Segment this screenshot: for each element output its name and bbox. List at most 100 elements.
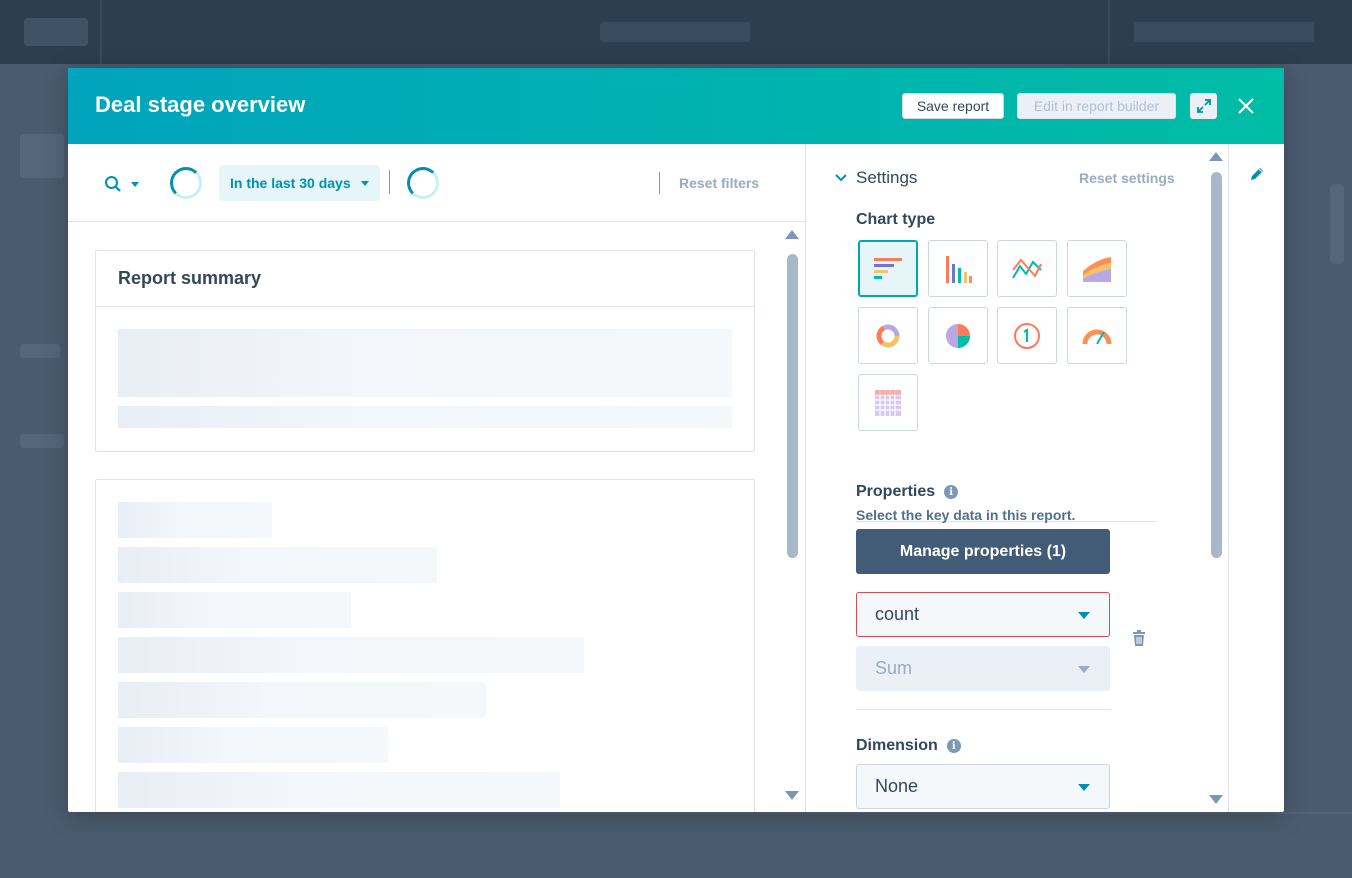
properties-label: Properties	[856, 483, 936, 500]
dimension-select-value: None	[875, 776, 919, 796]
background-block	[320, 812, 1352, 814]
settings-label: Settings	[856, 168, 918, 187]
background-topbar	[0, 0, 1352, 64]
chart-type-horizontal-bar[interactable]	[858, 240, 918, 297]
loading-placeholder	[118, 592, 351, 628]
chart-type-pie[interactable]	[928, 307, 988, 364]
pie-chart-icon	[946, 323, 970, 348]
background-back-button	[24, 18, 88, 46]
info-icon[interactable]: i	[944, 485, 959, 499]
scroll-thumb[interactable]	[1211, 172, 1222, 558]
gauge-chart-icon	[1082, 329, 1112, 345]
date-range-label: In the last 30 days	[230, 175, 351, 191]
background-block	[1330, 184, 1344, 264]
line-chart-icon	[1012, 257, 1042, 279]
date-range-filter[interactable]: In the last 30 days	[219, 165, 380, 201]
scroll-up-arrow[interactable]	[785, 230, 799, 239]
chart-type-donut[interactable]	[858, 307, 918, 364]
background-block	[20, 344, 60, 358]
dimension-label: Dimension	[856, 737, 938, 754]
loading-placeholder	[118, 637, 584, 673]
loading-spinner	[170, 167, 202, 199]
caret-down-icon	[1078, 612, 1090, 619]
scroll-down-arrow[interactable]	[785, 791, 799, 800]
loading-placeholder	[118, 772, 560, 808]
chart-type-summary[interactable]	[997, 307, 1057, 364]
close-icon	[1238, 98, 1254, 114]
property-select[interactable]: count	[856, 592, 1110, 637]
scroll-down-arrow[interactable]	[1209, 795, 1223, 804]
chart-type-line[interactable]	[997, 240, 1057, 297]
property-select-value: count	[875, 604, 920, 624]
loading-placeholder	[118, 406, 732, 428]
manage-properties-button[interactable]: Manage properties (1)	[856, 529, 1110, 574]
dimension-select[interactable]: None	[856, 764, 1110, 809]
settings-panel: Settings Reset settings Chart type Prope…	[806, 144, 1228, 812]
filter-divider	[659, 172, 660, 194]
loading-placeholder	[118, 329, 732, 397]
card-divider	[96, 306, 754, 307]
reset-settings-link[interactable]: Reset settings	[1079, 170, 1175, 186]
report-modal: Deal stage overview Save report Edit in …	[68, 68, 1284, 812]
loading-placeholder	[118, 547, 437, 583]
modal-header: Deal stage overview Save report Edit in …	[68, 68, 1284, 144]
chart-type-label: Chart type	[856, 211, 936, 228]
filter-bar: In the last 30 days Reset filters	[68, 144, 805, 222]
chevron-down-icon	[835, 174, 847, 182]
content-scrollbar[interactable]	[785, 227, 799, 812]
loading-placeholder	[118, 502, 272, 538]
report-summary-title: Report summary	[118, 268, 262, 288]
scroll-up-arrow[interactable]	[1209, 152, 1223, 161]
expand-icon	[1196, 99, 1211, 113]
trash-icon	[1133, 630, 1145, 646]
chart-type-table[interactable]	[858, 374, 918, 431]
loading-placeholder	[118, 682, 486, 718]
caret-down-icon	[1078, 784, 1090, 791]
background-divider	[100, 0, 102, 64]
report-summary-card: Report summary	[95, 250, 755, 452]
background-title	[600, 22, 750, 42]
chevron-down-icon	[131, 181, 139, 187]
reset-filters-link[interactable]: Reset filters	[679, 175, 759, 191]
properties-heading: Properties i	[856, 483, 959, 501]
table-chart-icon	[875, 389, 901, 416]
delete-property-button[interactable]	[1132, 630, 1146, 651]
properties-subtext: Select the key data in this report.	[856, 507, 1076, 523]
aggregation-select[interactable]: Sum	[856, 646, 1110, 691]
pencil-icon	[1251, 168, 1263, 180]
settings-scrollbar[interactable]	[1209, 148, 1223, 812]
donut-chart-icon	[876, 324, 900, 347]
settings-toggle[interactable]: Settings	[834, 168, 917, 188]
caret-down-icon	[1078, 666, 1090, 673]
close-button[interactable]	[1234, 94, 1258, 118]
chevron-down-icon	[360, 180, 369, 186]
dimension-heading: Dimension i	[856, 737, 961, 755]
search-icon	[105, 176, 121, 192]
search-filter-button[interactable]	[104, 172, 146, 196]
chart-type-vertical-bar[interactable]	[928, 240, 988, 297]
summary-number-icon	[1014, 322, 1040, 349]
scroll-thumb[interactable]	[787, 254, 798, 558]
edit-in-report-builder-button[interactable]: Edit in report builder	[1017, 93, 1176, 119]
expand-button[interactable]	[1190, 93, 1217, 119]
vertical-bar-chart-icon	[946, 255, 972, 283]
horizontal-bar-chart-icon	[874, 257, 902, 279]
report-preview-pane: In the last 30 days Reset filters Report…	[68, 144, 806, 812]
background-divider	[1108, 0, 1110, 64]
background-block	[20, 434, 64, 448]
filter-divider	[389, 170, 390, 194]
save-report-button[interactable]: Save report	[902, 93, 1004, 119]
loading-placeholder	[118, 727, 388, 763]
info-icon[interactable]: i	[946, 739, 961, 753]
report-chart-card	[95, 479, 755, 812]
report-content: Report summary	[68, 223, 805, 812]
area-chart-icon	[1083, 256, 1111, 282]
section-divider	[856, 709, 1111, 710]
chart-type-area[interactable]	[1067, 240, 1127, 297]
loading-spinner	[407, 167, 439, 199]
aggregation-select-value: Sum	[875, 658, 913, 678]
background-right-action	[1134, 22, 1314, 42]
edit-button[interactable]	[1249, 166, 1265, 187]
background-block	[20, 134, 64, 178]
chart-type-gauge[interactable]	[1067, 307, 1127, 364]
